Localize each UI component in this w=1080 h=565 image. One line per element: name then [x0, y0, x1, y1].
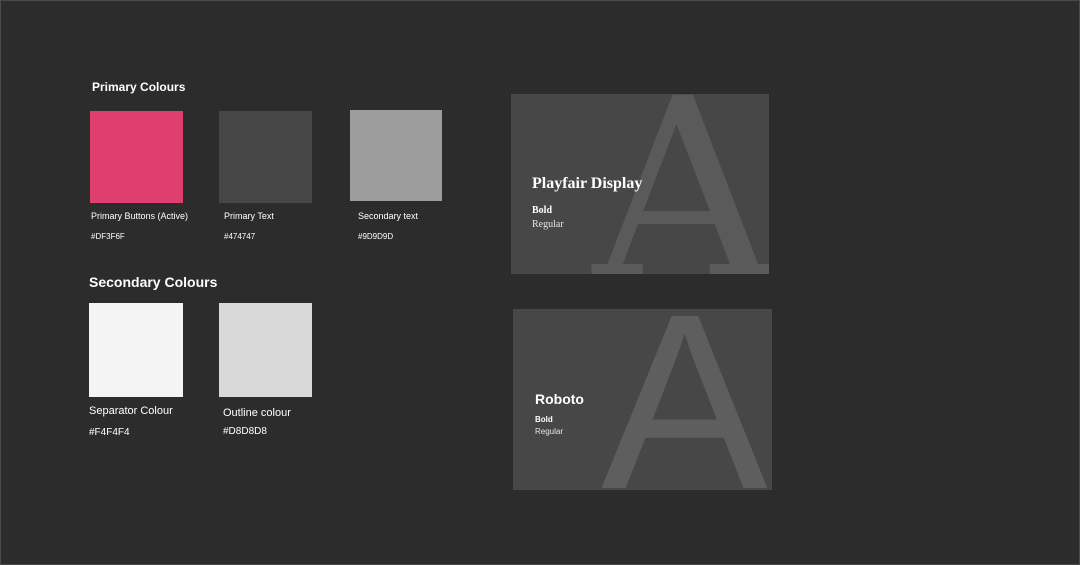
font-card-roboto: A Roboto Bold Regular: [513, 309, 772, 490]
secondary-colours-title: Secondary Colours: [89, 274, 218, 290]
roboto-font-name: Roboto: [535, 391, 584, 407]
playfair-bold-label: Bold: [532, 205, 553, 216]
playfair-regular-label: Regular: [532, 219, 564, 230]
swatch-hex-outline: #D8D8D8: [223, 426, 267, 437]
roboto-regular-label: Regular: [535, 427, 564, 436]
swatch-label-primary-text: Primary Text: [224, 211, 274, 221]
roboto-sample-letter: A: [601, 309, 768, 490]
swatch-hex-secondary-text: #9D9D9D: [358, 232, 394, 241]
roboto-bold-label: Bold: [535, 415, 553, 424]
swatch-hex-separator: #F4F4F4: [89, 427, 130, 438]
swatch-label-outline: Outline colour: [223, 407, 291, 419]
swatch-separator: [89, 303, 183, 397]
swatch-label-separator: Separator Colour: [89, 405, 173, 417]
swatch-hex-primary-buttons: #DF3F6F: [91, 232, 125, 241]
swatch-primary-buttons: [90, 111, 183, 203]
swatch-label-primary-buttons: Primary Buttons (Active): [91, 211, 189, 221]
swatch-secondary-text: [350, 110, 442, 201]
swatch-label-secondary-text: Secondary text: [358, 211, 419, 221]
swatch-outline: [219, 303, 312, 397]
swatch-primary-text: [219, 111, 312, 203]
playfair-font-name: Playfair Display: [532, 175, 643, 192]
font-card-playfair: A Playfair Display Bold Regular: [511, 94, 769, 274]
swatch-hex-primary-text: #474747: [224, 232, 256, 241]
primary-colours-title: Primary Colours: [92, 80, 186, 94]
